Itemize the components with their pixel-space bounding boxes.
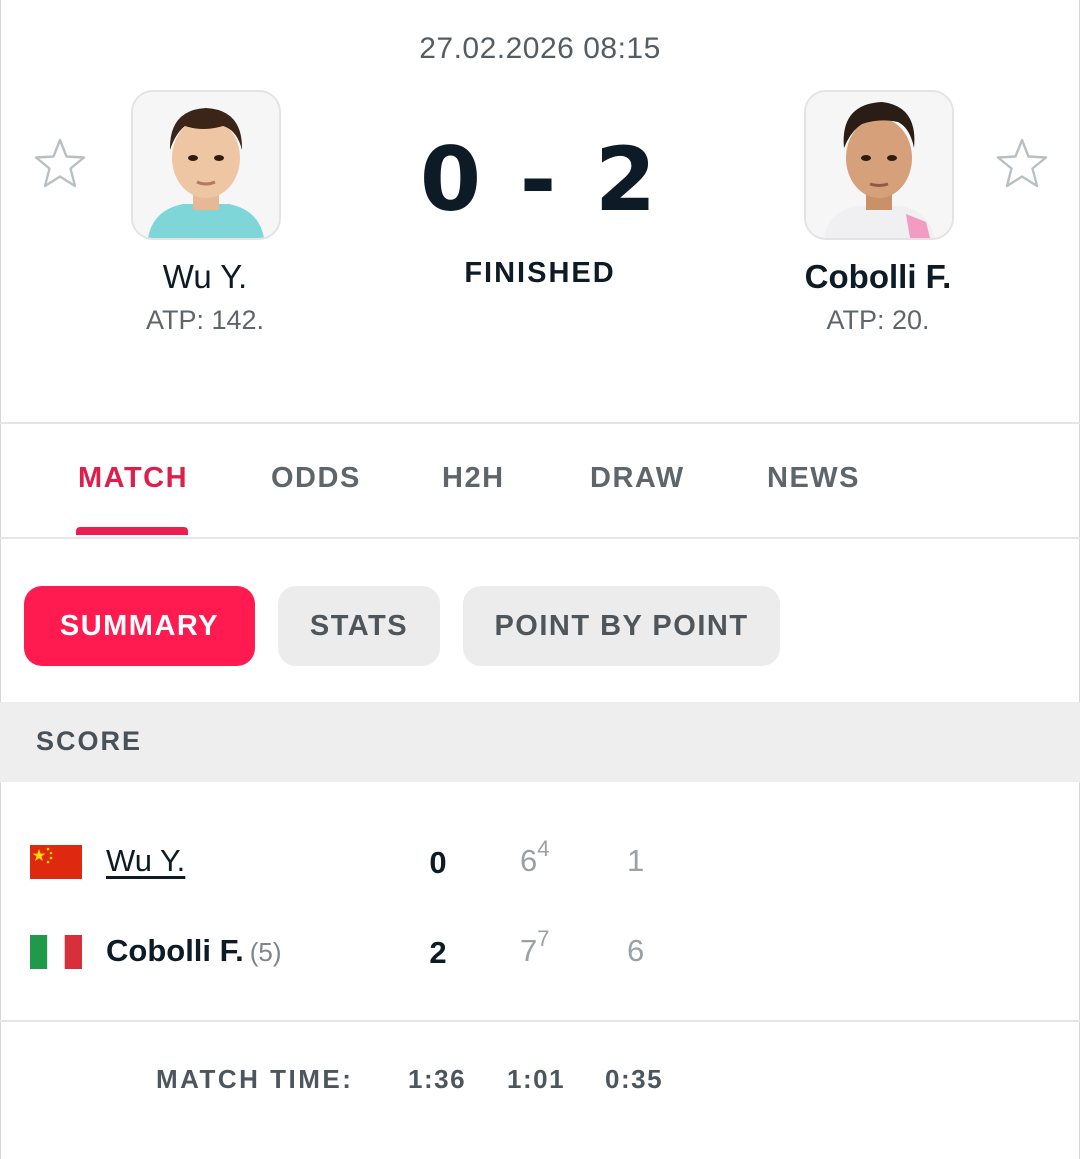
match-time-total: 1:36 [408,1064,467,1094]
match-time-set2: 0:35 [605,1064,664,1094]
away-name-text: Cobolli F. [106,933,244,968]
favorite-star-icon-home[interactable] [32,136,88,192]
tab-odds[interactable]: ODDS [271,462,361,495]
header-divider [0,422,1080,424]
away-player-name[interactable]: Cobolli F. [728,258,1028,296]
tab-draw[interactable]: DRAW [590,462,685,495]
score-section-title: SCORE [36,726,143,756]
player-avatar-home[interactable] [131,90,281,240]
italy-flag-icon [30,935,82,969]
set1-games-away: 7 [520,933,538,968]
sets-won-home: 0 [429,845,447,880]
subtab-point-by-point[interactable]: POINT BY POINT [463,586,780,666]
tab-h2h[interactable]: H2H [442,462,505,495]
score-row-name-away[interactable]: Cobolli F. (5) [106,933,282,969]
set1-tiebreak-home: 4 [537,835,550,861]
score-section-header: SCORE [0,702,1080,782]
tabs-divider [0,537,1080,539]
match-status: FINISHED [464,257,616,289]
set2-score-home: 1 [627,843,645,878]
match-time-label: MATCH TIME: [156,1064,354,1094]
tab-news[interactable]: NEWS [767,462,860,495]
match-score: 0 - 2 [419,128,661,231]
score-divider [0,1020,1080,1022]
away-seed: (5) [249,937,282,967]
set1-games-home: 6 [520,843,538,878]
sets-won-away: 2 [429,935,447,970]
set1-score-away: 77 [520,927,550,969]
china-flag-icon [30,845,82,879]
away-player-rank: ATP: 20. [826,305,930,335]
favorite-star-icon-away[interactable] [994,136,1050,192]
score-row-name-home[interactable]: Wu Y. [106,843,185,879]
active-tab-indicator [76,527,188,535]
set2-score-away: 6 [627,933,645,968]
tab-match[interactable]: MATCH [78,462,188,495]
match-datetime: 27.02.2026 08:15 [419,32,661,65]
home-player-rank: ATP: 142. [145,305,265,335]
player-avatar-away[interactable] [804,90,954,240]
subtab-stats[interactable]: STATS [278,586,440,666]
home-player-name[interactable]: Wu Y. [55,258,355,296]
subtab-summary[interactable]: SUMMARY [24,586,255,666]
set1-tiebreak-away: 7 [537,925,550,951]
set1-score-home: 64 [520,837,550,879]
match-time-set1: 1:01 [507,1064,566,1094]
